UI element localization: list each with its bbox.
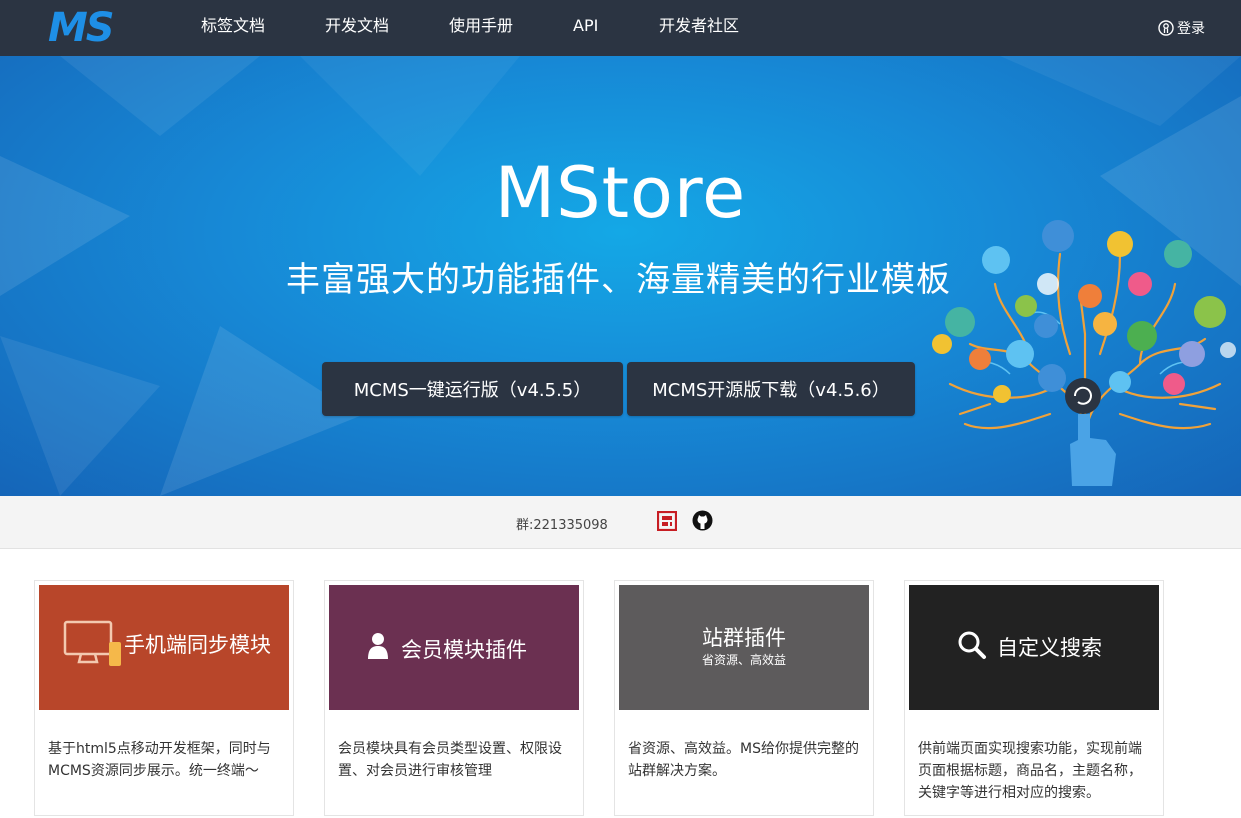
nav-item-user-manual[interactable]: 使用手册	[449, 0, 513, 56]
plugin-card-site-group[interactable]: 站群插件 省资源、高效益 省资源、高效益。MS给你提供完整的站群解决方案。	[614, 580, 874, 816]
qq-group-number: 群:221335098	[516, 518, 608, 533]
github-icon[interactable]	[692, 510, 713, 531]
community-bar: 群:221335098	[0, 496, 1241, 549]
hero-banner: MStore 丰富强大的功能插件、海量精美的行业模板 MCMS一键运行版（v4.…	[0, 56, 1241, 496]
card-description: 供前端页面实现搜索功能，实现前端页面根据标题，商品名，主题名称，关键字等进行相对…	[918, 741, 1142, 801]
nav-item-dev-community[interactable]: 开发者社区	[659, 0, 739, 56]
monitor-phone-icon	[63, 620, 121, 666]
plugin-card-custom-search[interactable]: 自定义搜索 供前端页面实现搜索功能，实现前端页面根据标题，商品名，主题名称，关键…	[904, 580, 1164, 816]
card-title: 站群插件	[702, 626, 786, 650]
card-description: 基于html5点移动开发框架，同时与MCMS资源同步展示。统一终端～	[48, 741, 271, 779]
app-network-illustration	[932, 220, 1236, 486]
card-description: 省资源、高效益。MS给你提供完整的站群解决方案。	[628, 741, 859, 779]
card-banner: 手机端同步模块	[39, 585, 289, 710]
svg-text:MS: MS	[48, 7, 113, 47]
gitee-icon[interactable]	[656, 510, 678, 532]
open-source-download-button[interactable]: MCMS开源版下载（v4.5.6）	[627, 362, 915, 416]
ms-logo[interactable]: MS	[46, 5, 128, 51]
run-version-button[interactable]: MCMS一键运行版（v4.5.5）	[322, 362, 623, 416]
card-subtitle: 省资源、高效益	[701, 653, 786, 667]
nav-item-tag-docs[interactable]: 标签文档	[201, 0, 265, 56]
card-description: 会员模块具有会员类型设置、权限设置、对会员进行审核管理	[338, 741, 562, 779]
hero-subtitle: 丰富强大的功能插件、海量精美的行业模板	[286, 260, 951, 300]
ms-logo-icon: MS	[48, 5, 115, 51]
plugin-card-member[interactable]: 会员模块插件 会员模块具有会员类型设置、权限设置、对会员进行审核管理	[324, 580, 584, 816]
top-navbar: MS 标签文档 开发文档 使用手册 API 开发者社区 登录	[0, 0, 1241, 56]
plugin-card-mobile-sync[interactable]: 手机端同步模块 基于html5点移动开发框架，同时与MCMS资源同步展示。统一终…	[34, 580, 294, 816]
card-banner: 站群插件 省资源、高效益	[619, 585, 869, 710]
nav-item-dev-docs[interactable]: 开发文档	[325, 0, 389, 56]
card-banner: 自定义搜索	[909, 585, 1159, 710]
card-title: 自定义搜索	[997, 636, 1102, 660]
nav-item-api[interactable]: API	[573, 0, 598, 56]
login-label: 登录	[1177, 21, 1205, 37]
user-icon	[368, 633, 388, 659]
card-title: 会员模块插件	[401, 638, 527, 662]
user-circle-icon	[1158, 20, 1174, 36]
card-title: 手机端同步模块	[124, 633, 271, 657]
login-button[interactable]: 登录	[1158, 0, 1205, 56]
card-banner: 会员模块插件	[329, 585, 579, 710]
search-icon	[958, 631, 986, 659]
